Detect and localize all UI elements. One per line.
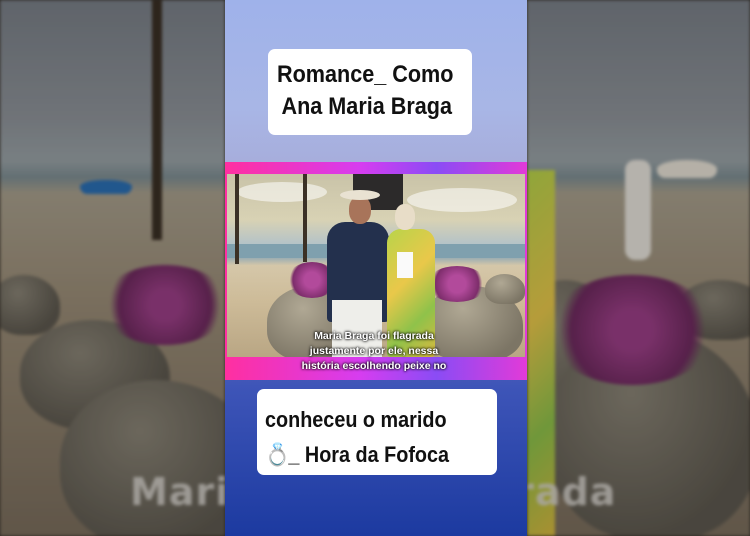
- caption-line-1: conheceu o marido: [265, 407, 447, 432]
- blurred-background-right: grada: [527, 0, 750, 536]
- blurred-background-left: Maria: [0, 0, 225, 536]
- title-line-1: Romance_ Como: [277, 61, 454, 88]
- blurred-person: [625, 160, 651, 260]
- ring-icon: 💍: [265, 442, 290, 467]
- title-line-2: Ana Maria Braga: [281, 93, 452, 120]
- video-subtitle: Maria Braga foi flagrada justamente por …: [225, 329, 523, 374]
- subtitle-line-2: justamente por ele, nessa: [309, 345, 439, 357]
- caption-line-2: _ Hora da Fofoca: [288, 442, 450, 467]
- video-frame[interactable]: Romance_ Como Ana Maria Braga Maria Brag…: [225, 0, 527, 536]
- blurred-caption-left: Maria: [130, 470, 225, 514]
- subtitle-line-1: Maria Braga foi flagrada: [314, 330, 434, 342]
- hat: [340, 190, 380, 200]
- title-card: Romance_ Como Ana Maria Braga: [268, 49, 472, 135]
- subtitle-line-3: história escolhendo peixe no: [301, 360, 447, 372]
- photo-frame: Maria Braga foi flagrada justamente por …: [225, 162, 527, 380]
- blurred-caption-right: grada: [527, 470, 617, 514]
- caption-card: conheceu o marido 💍_ Hora da Fofoca: [257, 389, 497, 475]
